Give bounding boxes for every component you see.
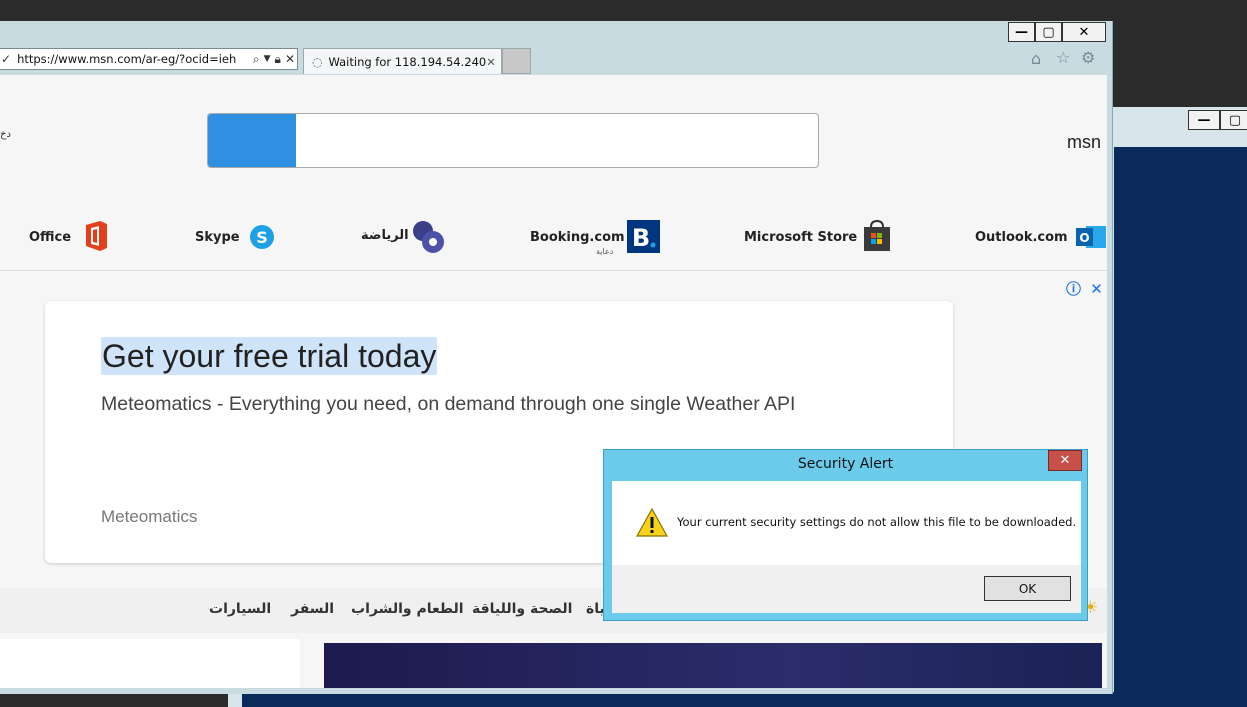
- ad-info-icon[interactable]: ⓘ: [1066, 280, 1081, 298]
- dialog-close-button[interactable]: ✕: [1048, 450, 1082, 471]
- brand-logo[interactable]: msn: [1067, 132, 1101, 153]
- tab-active[interactable]: ◌ Waiting for 118.194.54.240 ✕: [303, 48, 502, 74]
- background-window-content: [1114, 147, 1247, 707]
- quick-link-booking[interactable]: Booking.com: [530, 230, 625, 245]
- nav-item-health[interactable]: الصحة واللياقة: [472, 601, 572, 617]
- dialog-body: Your current security settings do not al…: [612, 481, 1081, 613]
- ad-controls: ⓘ ✕: [1066, 278, 1103, 299]
- loading-spinner-icon: ◌: [312, 54, 323, 69]
- search-icon[interactable]: ⌕: [253, 52, 260, 67]
- site-icon: ✓: [1, 52, 12, 66]
- sports-icon[interactable]: [411, 220, 444, 253]
- nav-item-food[interactable]: الطعام والشراب: [351, 601, 464, 617]
- background-window-edge: [228, 692, 242, 707]
- booking-icon[interactable]: B: [627, 220, 660, 253]
- quick-link-sports[interactable]: الرياضة: [361, 228, 409, 243]
- svg-text:S: S: [256, 228, 268, 247]
- svg-text:O: O: [1079, 231, 1089, 245]
- bg-minimize-button[interactable]: —: [1188, 110, 1220, 130]
- tab-close-icon[interactable]: ✕: [486, 55, 496, 69]
- ok-button[interactable]: OK: [984, 576, 1071, 601]
- ad-subtitle: Meteomatics - Everything you need, on de…: [101, 393, 796, 415]
- maximize-button[interactable]: ▢: [1035, 22, 1062, 42]
- content-card[interactable]: [0, 639, 300, 688]
- quick-link-office[interactable]: Office: [29, 230, 71, 245]
- address-url[interactable]: https://www.msn.com/ar-eg/?ocid=ieh: [13, 52, 251, 66]
- settings-gear-icon[interactable]: ⚙: [1081, 48, 1095, 67]
- quick-link-outlook[interactable]: Outlook.com: [975, 230, 1068, 245]
- new-tab-button[interactable]: [502, 48, 531, 74]
- nav-item-cars[interactable]: السيارات: [209, 601, 271, 617]
- search-logo-block: [208, 114, 296, 167]
- quick-link-skype[interactable]: Skype: [195, 230, 240, 245]
- security-alert-dialog: Security Alert ✕ Your current security s…: [603, 449, 1088, 621]
- tab-title: Waiting for 118.194.54.240: [328, 54, 487, 69]
- background-window: — ▢: [1110, 107, 1247, 707]
- close-button[interactable]: ✕: [1062, 22, 1106, 42]
- ad-title[interactable]: Get your free trial today: [101, 337, 438, 375]
- booking-sponsored-label: دعاية: [596, 247, 614, 256]
- dialog-title: Security Alert: [797, 456, 894, 472]
- bg-maximize-button[interactable]: ▢: [1220, 110, 1247, 130]
- search-input[interactable]: [207, 113, 819, 168]
- nav-item-travel[interactable]: السفر: [291, 601, 334, 617]
- minimize-button[interactable]: —: [1008, 22, 1035, 42]
- background-window-bottom: [228, 692, 1247, 707]
- address-bar[interactable]: ✓ https://www.msn.com/ar-eg/?ocid=ieh ⌕ …: [0, 48, 298, 70]
- warning-icon: [635, 507, 669, 541]
- outlook-icon[interactable]: O: [1076, 223, 1106, 251]
- ad-close-icon[interactable]: ✕: [1090, 280, 1103, 298]
- office-icon[interactable]: [82, 220, 112, 252]
- left-edge-text: دخ: [0, 129, 11, 140]
- lock-icon[interactable]: 🔒︎: [275, 52, 281, 67]
- skype-icon[interactable]: S: [249, 224, 275, 250]
- dialog-message: Your current security settings do not al…: [677, 515, 1077, 529]
- home-icon[interactable]: ⌂: [1031, 49, 1041, 68]
- store-bag-icon[interactable]: [862, 219, 892, 251]
- nav-item-life[interactable]: ياة: [586, 601, 605, 617]
- dropdown-icon[interactable]: ▼: [264, 54, 271, 64]
- stop-icon[interactable]: ✕: [285, 52, 295, 66]
- divider: [0, 270, 1107, 271]
- ad-brand: Meteomatics: [101, 507, 198, 526]
- content-card-image[interactable]: [324, 643, 1102, 688]
- background-window-titlebar: — ▢: [1110, 107, 1247, 147]
- quick-link-microsoft-store[interactable]: Microsoft Store: [744, 230, 857, 245]
- svg-text:B: B: [632, 224, 650, 252]
- favorites-star-icon[interactable]: ☆: [1056, 48, 1070, 67]
